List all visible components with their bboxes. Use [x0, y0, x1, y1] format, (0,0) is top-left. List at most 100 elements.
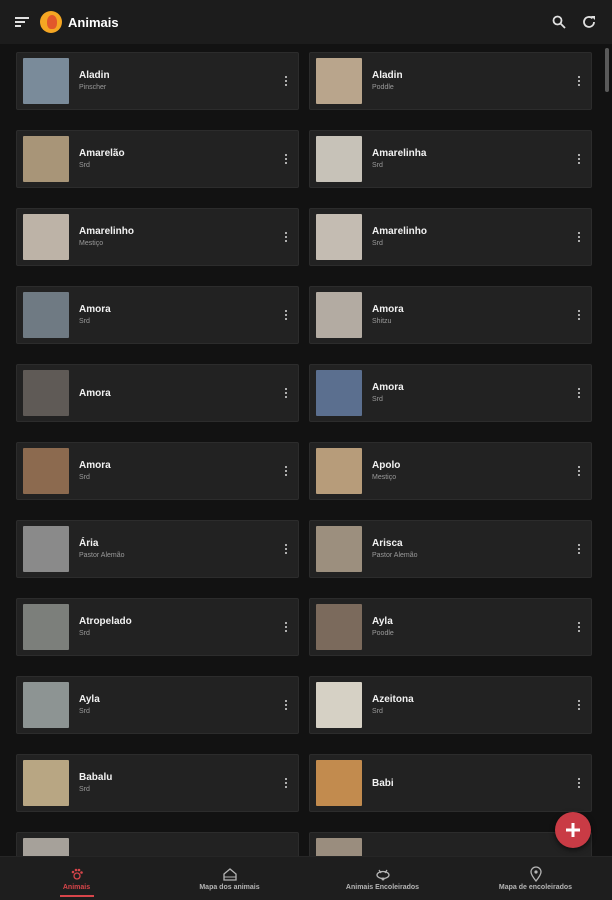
animal-info: Arisca Pastor Alemão	[372, 537, 575, 561]
animal-card[interactable]: Amarelinha Srd	[309, 130, 592, 188]
nav-item-mapa-de-encoleirados[interactable]: Mapa de encoleirados	[459, 857, 612, 900]
animal-breed: Srd	[79, 786, 90, 793]
more-options-icon[interactable]	[575, 619, 583, 635]
animal-name: Amarelinho	[372, 226, 428, 237]
animal-card[interactable]: Amarelinho Mestiço	[16, 208, 299, 266]
animal-card[interactable]: Babi	[309, 754, 592, 812]
location-pin-icon	[529, 866, 542, 882]
animal-photo	[316, 682, 362, 728]
animal-breed: Srd	[79, 708, 90, 715]
animal-info: Amarelinho Srd	[372, 225, 575, 249]
animal-card[interactable]: Amarelinho Srd	[309, 208, 592, 266]
app-logo	[40, 11, 62, 33]
add-animal-button[interactable]	[555, 812, 591, 848]
animal-card[interactable]: Amora Srd	[16, 442, 299, 500]
more-options-icon[interactable]	[575, 73, 583, 89]
animal-photo	[23, 838, 69, 856]
more-options-icon[interactable]	[575, 463, 583, 479]
animal-card[interactable]: Bebê	[16, 832, 299, 856]
animal-info: Aladin Poddle	[372, 69, 575, 93]
animal-photo	[23, 682, 69, 728]
more-options-icon[interactable]	[282, 775, 290, 791]
animal-breed: Srd	[79, 318, 90, 325]
animal-name: Aladin	[372, 70, 403, 81]
nav-label: Animais	[62, 884, 91, 891]
animal-grid: Aladin Pinscher Aladin Poddle Amarelão Srd Ama…	[8, 44, 602, 856]
map-house-icon	[222, 868, 237, 881]
animal-name: Ayla	[79, 694, 100, 705]
animal-photo	[23, 214, 69, 260]
animal-breed: Srd	[79, 474, 90, 481]
animal-card[interactable]: Ária Pastor Alemão	[16, 520, 299, 578]
animal-breed: Srd	[372, 396, 383, 403]
animal-info: Amora Shitzu	[372, 303, 575, 327]
more-options-icon[interactable]	[575, 151, 583, 167]
app-bar: Animais	[0, 0, 612, 44]
animal-card[interactable]: Aladin Pinscher	[16, 52, 299, 110]
scrollbar[interactable]	[604, 44, 610, 856]
nav-item-animais-encoleirados[interactable]: Animais Encoleirados	[306, 857, 459, 900]
animal-card[interactable]: Amora	[16, 364, 299, 422]
more-options-icon[interactable]	[282, 541, 290, 557]
animal-card[interactable]: Azeitona Srd	[309, 676, 592, 734]
search-icon[interactable]	[548, 11, 570, 33]
animal-card[interactable]: Arisca Pastor Alemão	[309, 520, 592, 578]
animal-photo	[316, 838, 362, 856]
animal-name: Apolo	[372, 460, 401, 471]
more-options-icon[interactable]	[282, 307, 290, 323]
animal-card[interactable]: Amarelão Srd	[16, 130, 299, 188]
animal-name: Azeitona	[372, 694, 414, 705]
animal-card[interactable]: Amora Srd	[309, 364, 592, 422]
more-options-icon[interactable]	[575, 775, 583, 791]
animal-card[interactable]: Ayla Poodle	[309, 598, 592, 656]
animal-card[interactable]: Bebê	[309, 832, 592, 856]
animal-photo	[316, 58, 362, 104]
animal-info: Ayla Poodle	[372, 615, 575, 639]
animal-breed: Mestiço	[372, 474, 397, 481]
animal-name: Ária	[79, 538, 99, 549]
animal-breed: Pastor Alemão	[372, 552, 418, 559]
more-options-icon[interactable]	[575, 697, 583, 713]
animal-info: Amora Srd	[79, 303, 282, 327]
animal-card[interactable]: Apolo Mestiço	[309, 442, 592, 500]
animal-info: Amarelão Srd	[79, 147, 282, 171]
more-options-icon[interactable]	[575, 385, 583, 401]
animal-photo	[316, 214, 362, 260]
animal-card[interactable]: Babalu Srd	[16, 754, 299, 812]
more-options-icon[interactable]	[575, 541, 583, 557]
animal-photo	[316, 526, 362, 572]
animal-card[interactable]: Aladin Poddle	[309, 52, 592, 110]
animal-card[interactable]: Amora Srd	[16, 286, 299, 344]
animal-breed: Srd	[372, 708, 383, 715]
animal-photo	[23, 136, 69, 182]
animal-name: Amora	[372, 304, 404, 315]
more-options-icon[interactable]	[282, 697, 290, 713]
more-options-icon[interactable]	[282, 151, 290, 167]
menu-icon[interactable]	[12, 12, 32, 32]
more-options-icon[interactable]	[282, 229, 290, 245]
animal-name: Amora	[79, 387, 111, 399]
more-options-icon[interactable]	[575, 229, 583, 245]
animal-card[interactable]: Amora Shitzu	[309, 286, 592, 344]
animal-list[interactable]: Aladin Pinscher Aladin Poddle Amarelão Srd Ama…	[8, 44, 602, 856]
active-indicator	[59, 895, 94, 897]
animal-info: Azeitona Srd	[372, 693, 575, 717]
nav-item-mapa-dos-animais[interactable]: Mapa dos animais	[153, 857, 306, 900]
animal-breed: Pinscher	[79, 84, 107, 91]
more-options-icon[interactable]	[282, 73, 290, 89]
collar-icon	[375, 869, 390, 881]
more-options-icon[interactable]	[282, 619, 290, 635]
animal-info: Amora Srd	[372, 381, 575, 405]
scrollbar-thumb[interactable]	[605, 48, 609, 92]
more-options-icon[interactable]	[575, 307, 583, 323]
animal-photo	[23, 526, 69, 572]
more-options-icon[interactable]	[282, 385, 290, 401]
more-options-icon[interactable]	[282, 463, 290, 479]
refresh-icon[interactable]	[578, 11, 600, 33]
nav-item-animais[interactable]: Animais	[0, 857, 153, 900]
animal-card[interactable]: Ayla Srd	[16, 676, 299, 734]
animal-info: Amarelinha Srd	[372, 147, 575, 171]
animal-photo	[316, 292, 362, 338]
animal-card[interactable]: Atropelado Srd	[16, 598, 299, 656]
plus-icon	[566, 823, 580, 837]
